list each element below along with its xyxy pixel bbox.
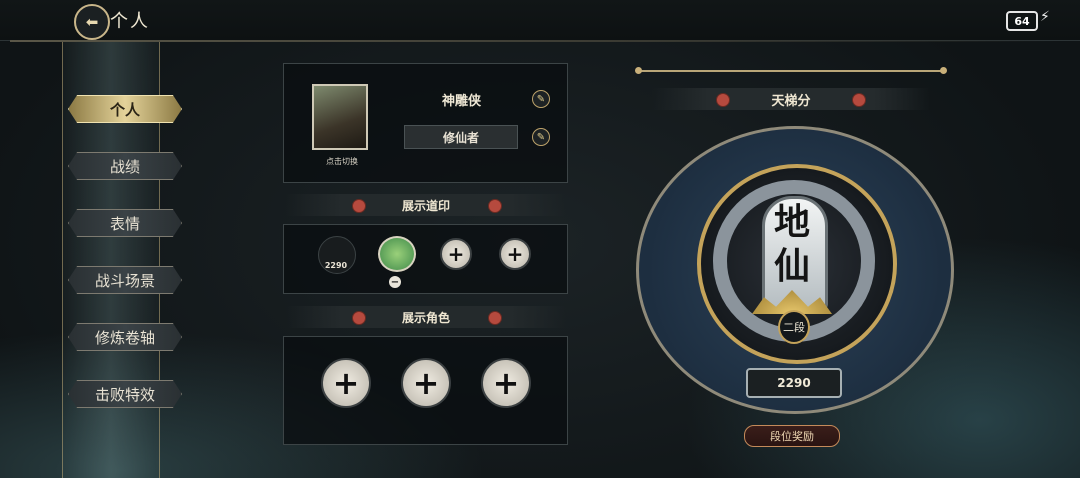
remove-stamp-button[interactable]: − bbox=[389, 276, 401, 288]
characters-heading-bar: 展示角色 bbox=[286, 306, 566, 328]
battery-indicator: 64 bbox=[1006, 11, 1038, 31]
ornament-icon bbox=[488, 199, 502, 213]
sidebar-item-battle-scene[interactable]: 战斗场景 bbox=[68, 266, 182, 294]
charging-bolt-icon: ⚡ bbox=[1040, 9, 1050, 25]
plus-icon: + bbox=[447, 242, 465, 266]
player-name: 神雕侠 bbox=[441, 94, 481, 109]
add-character-button[interactable]: + bbox=[401, 358, 451, 408]
battery-tip bbox=[1036, 16, 1038, 22]
sidebar-item-scroll[interactable]: 修炼卷轴 bbox=[68, 323, 182, 351]
add-character-button[interactable]: + bbox=[321, 358, 371, 408]
add-stamp-button[interactable]: + bbox=[499, 238, 531, 270]
sidebar-item-emotes[interactable]: 表情 bbox=[68, 209, 182, 237]
sidebar-item-record[interactable]: 战绩 bbox=[68, 152, 182, 180]
back-arrow-icon: ⬅ bbox=[85, 13, 99, 31]
pencil-icon: ✎ bbox=[536, 93, 546, 105]
ornament-icon bbox=[352, 199, 366, 213]
stamp-frog-icon[interactable] bbox=[378, 236, 416, 272]
add-character-button[interactable]: + bbox=[481, 358, 531, 408]
top-bar bbox=[0, 0, 1080, 41]
top-divider bbox=[10, 40, 1060, 42]
avatar-switch-label[interactable]: 点击切换 bbox=[312, 156, 372, 167]
ornament-icon bbox=[852, 93, 866, 107]
add-stamp-button[interactable]: + bbox=[440, 238, 472, 270]
ladder-score: 2290 bbox=[746, 368, 842, 398]
back-button[interactable]: ⬅ bbox=[74, 4, 110, 40]
ladder-top-rule bbox=[635, 67, 947, 74]
pencil-icon: ✎ bbox=[536, 131, 546, 143]
sidebar-item-personal[interactable]: 个人 bbox=[68, 95, 182, 123]
rank-reward-button[interactable]: 段位奖励 bbox=[744, 425, 840, 447]
plus-icon: + bbox=[492, 364, 520, 402]
plus-icon: + bbox=[332, 364, 360, 402]
plus-icon: + bbox=[412, 364, 440, 402]
stamp-coil-value: 2290 bbox=[324, 261, 348, 270]
ladder-heading: 天梯分 bbox=[771, 93, 811, 109]
ornament-icon bbox=[716, 93, 730, 107]
ladder-heading-bar: 天梯分 bbox=[652, 88, 930, 110]
plus-icon: + bbox=[506, 242, 524, 266]
player-title: 修仙者 bbox=[404, 125, 518, 149]
stamps-heading: 展示道印 bbox=[401, 198, 450, 213]
edit-title-button[interactable]: ✎ bbox=[532, 128, 550, 146]
rank-tier: 二段 bbox=[778, 310, 810, 344]
ornament-icon bbox=[488, 311, 502, 325]
rank-name: 地仙 bbox=[773, 201, 810, 287]
ornament-icon bbox=[352, 311, 366, 325]
sidebar-item-defeat-effect[interactable]: 击败特效 bbox=[68, 380, 182, 408]
avatar[interactable] bbox=[312, 84, 368, 150]
characters-heading: 展示角色 bbox=[401, 310, 450, 325]
stamps-heading-bar: 展示道印 bbox=[286, 194, 566, 216]
edit-name-button[interactable]: ✎ bbox=[532, 90, 550, 108]
page-title: 个人 bbox=[110, 11, 150, 32]
